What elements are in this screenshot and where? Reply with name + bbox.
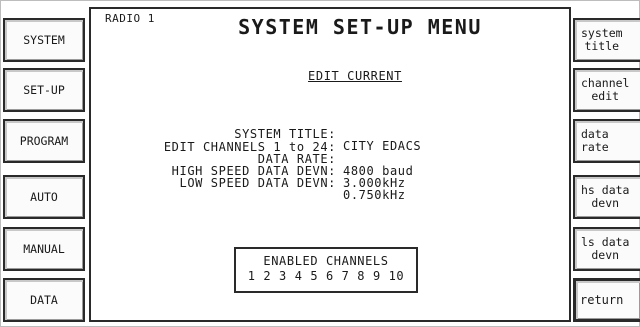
set-up-button[interactable]: SET-UP [3,68,85,112]
manual-button[interactable]: MANUAL [3,227,85,271]
low-speed-devn-value: 0.750kHz [343,188,406,202]
section-title-text: EDIT CURRENT [308,69,402,83]
instrument-screen: SYSTEM SET-UP PROGRAM AUTO MANUAL DATA R… [0,0,640,327]
ls-data-devn-softkey[interactable]: ls data devn [573,227,640,271]
low-speed-devn-row: LOW SPEED DATA DEVN: 0.750kHz [180,165,406,213]
auto-button[interactable]: AUTO [3,175,85,219]
system-title-softkey[interactable]: system title [573,18,640,62]
enabled-channels-box: ENABLED CHANNELS 1 2 3 4 5 6 7 8 9 10 [234,247,418,293]
channel-edit-softkey[interactable]: channel edit [573,68,640,112]
page-title-text: SYSTEM SET-UP MENU [238,15,482,39]
enabled-channels-list: 1 2 3 4 5 6 7 8 9 10 [247,269,405,283]
hs-data-devn-softkey[interactable]: hs data devn [573,175,640,219]
data-button[interactable]: DATA [3,278,85,322]
enabled-channels-title: ENABLED CHANNELS [263,254,389,268]
program-button[interactable]: PROGRAM [3,119,85,163]
section-title: EDIT CURRENT [91,69,569,83]
system-button[interactable]: SYSTEM [3,18,85,62]
data-rate-softkey[interactable]: data rate [573,119,640,163]
main-panel: RADIO 1 SYSTEM SET-UP MENU EDIT CURRENT … [89,7,571,322]
low-speed-devn-label: LOW SPEED DATA DEVN: [179,176,336,190]
return-softkey[interactable]: return [573,278,640,322]
system-title-label: SYSTEM TITLE: [234,127,336,141]
page-title: SYSTEM SET-UP MENU [91,15,569,39]
